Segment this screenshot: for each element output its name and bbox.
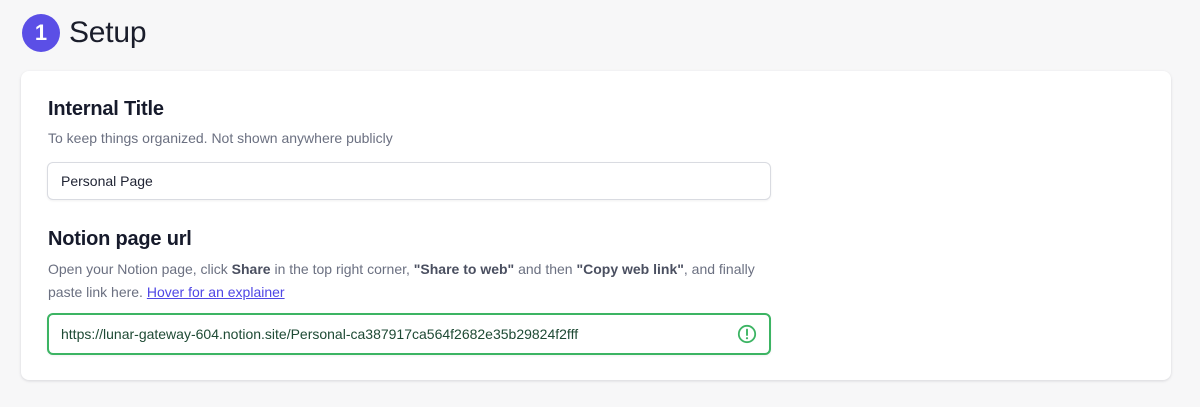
notion-url-input[interactable] <box>61 326 729 342</box>
notion-url-label: Notion page url <box>48 228 192 250</box>
exclamation-circle-icon <box>737 324 757 344</box>
step-number-badge: 1 <box>22 14 60 52</box>
setup-card: Internal Title To keep things organized.… <box>21 71 1171 380</box>
help-copy-web-link-strong: "Copy web link" <box>576 261 684 277</box>
internal-title-input[interactable] <box>61 173 757 189</box>
notion-url-help: Open your Notion page, click Share in th… <box>48 258 768 304</box>
step-title: Setup <box>69 16 147 49</box>
internal-title-help: To keep things organized. Not shown anyw… <box>48 130 393 146</box>
explainer-link[interactable]: Hover for an explainer <box>147 284 285 300</box>
help-share-strong: Share <box>231 261 271 277</box>
help-text-part: Open your Notion page, click <box>48 261 232 277</box>
internal-title-label: Internal Title <box>48 98 164 120</box>
internal-title-field[interactable] <box>47 162 771 200</box>
help-text-part: in the top right corner, <box>270 261 414 277</box>
notion-url-field[interactable] <box>47 313 771 355</box>
help-text-part: and then <box>514 261 577 277</box>
step-header: 1 Setup <box>22 14 147 52</box>
help-share-to-web-strong: "Share to web" <box>413 261 515 277</box>
